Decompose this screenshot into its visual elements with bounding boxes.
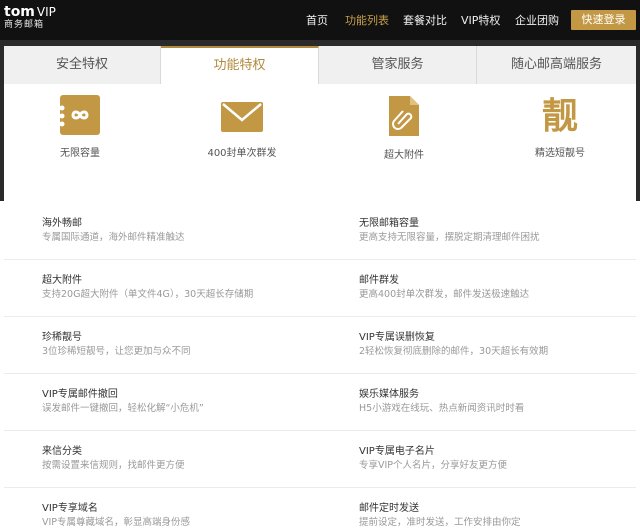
item-title: 娱乐媒体服务 — [359, 389, 419, 400]
brand-logo[interactable]: tom VIP 商务邮箱 — [4, 5, 56, 31]
item-desc: 专属国际通道，海外邮件精准触达 — [42, 232, 185, 243]
tab-premium[interactable]: 随心邮高端服务 — [477, 46, 636, 84]
item-desc: 更高400封单次群发，邮件发送极速触达 — [359, 289, 530, 300]
list-item: VIP专享域名 VIP专属尊藏域名，彰显高端身份感 — [42, 502, 342, 530]
feature-panel: 无限容量 400封单次群发 超大附件 靓 精选短靓号 — [4, 84, 636, 201]
feature-label: 超大附件 — [384, 150, 424, 161]
list-item: 来信分类 按需设置来信规则，找邮件更方便 — [42, 445, 342, 473]
item-title: 来信分类 — [42, 446, 82, 457]
item-desc: 3位珍稀短靓号，让您更加与众不同 — [42, 346, 191, 357]
item-desc: 支持20G超大附件（单文件4G），30天超长存储期 — [42, 289, 254, 300]
liang-character-icon: 靓 — [542, 96, 578, 136]
list-row: 来信分类 按需设置来信规则，找邮件更方便 VIP专属电子名片 专享VIP个人名片… — [4, 431, 636, 488]
nav-item-group-buy[interactable]: 企业团购 — [515, 12, 559, 28]
item-desc: 提前设定，准时发送，工作安排由你定 — [359, 517, 521, 528]
item-title: VIP专属误删恢复 — [359, 332, 435, 343]
list-row: VIP专属邮件撤回 误发邮件一键撤回，轻松化解“小危机” 娱乐媒体服务 H5小游… — [4, 374, 636, 431]
list-item: VIP专属邮件撤回 误发邮件一键撤回，轻松化解“小危机” — [42, 388, 342, 416]
list-row: VIP专享域名 VIP专属尊藏域名，彰显高端身份感 邮件定时发送 提前设定，准时… — [4, 488, 636, 531]
list-item: 海外畅邮 专属国际通道，海外邮件精准触达 — [42, 217, 342, 245]
item-title: 珍稀靓号 — [42, 332, 82, 343]
item-desc: 误发邮件一键撤回，轻松化解“小危机” — [42, 403, 204, 414]
logo-wordmark: tom VIP — [4, 4, 56, 20]
item-title: VIP专属电子名片 — [359, 446, 435, 457]
nav-item-vip[interactable]: VIP特权 — [461, 12, 500, 28]
item-title: 邮件群发 — [359, 275, 399, 286]
feature-mass-send: 400封单次群发 — [182, 94, 302, 159]
envelope-icon — [221, 102, 263, 132]
item-title: VIP专享域名 — [42, 503, 98, 514]
tab-security[interactable]: 安全特权 — [4, 46, 161, 84]
nav-item-features[interactable]: 功能列表 — [345, 12, 389, 28]
feature-unlimited: 无限容量 — [20, 94, 140, 159]
item-desc: 专享VIP个人名片，分享好友更方便 — [359, 460, 508, 471]
logo-subtitle: 商务邮箱 — [4, 20, 45, 30]
tab-butler[interactable]: 管家服务 — [319, 46, 477, 84]
list-item: 无限邮箱容量 更高支持无限容量，摆脱定期清理邮件困扰 — [359, 217, 640, 245]
item-title: 超大附件 — [42, 275, 82, 286]
item-title: VIP专属邮件撤回 — [42, 389, 118, 400]
svg-text:靓: 靓 — [542, 96, 578, 136]
list-row: 超大附件 支持20G超大附件（单文件4G），30天超长存储期 邮件群发 更高40… — [4, 260, 636, 317]
feature-list: 海外畅邮 专属国际通道，海外邮件精准触达 无限邮箱容量 更高支持无限容量，摆脱定… — [4, 203, 636, 531]
nav-item-home[interactable]: 首页 — [306, 12, 328, 28]
feature-label: 400封单次群发 — [207, 148, 277, 159]
list-item: VIP专属误删恢复 2轻松恢复彻底删除的邮件，30天超长有效期 — [359, 331, 640, 359]
item-desc: 更高支持无限容量，摆脱定期清理邮件困扰 — [359, 232, 540, 243]
list-row: 珍稀靓号 3位珍稀短靓号，让您更加与众不同 VIP专属误删恢复 2轻松恢复彻底删… — [4, 317, 636, 374]
list-item: 珍稀靓号 3位珍稀短靓号，让您更加与众不同 — [42, 331, 342, 359]
feature-label: 无限容量 — [60, 148, 100, 159]
feature-short-number: 靓 精选短靓号 — [500, 94, 620, 159]
item-desc: VIP专属尊藏域名，彰显高端身份感 — [42, 517, 191, 528]
feature-stage: 安全特权 功能特权 管家服务 随心邮高端服务 无限容量 400封单次群发 超大附… — [0, 40, 640, 201]
quick-login-button[interactable]: 快速登录 — [571, 10, 636, 30]
list-item: 邮件群发 更高400封单次群发，邮件发送极速触达 — [359, 274, 640, 302]
list-item: 邮件定时发送 提前设定，准时发送，工作安排由你定 — [359, 502, 640, 530]
paperclip-icon — [389, 96, 419, 136]
item-title: 无限邮箱容量 — [359, 218, 419, 229]
list-item: 超大附件 支持20G超大附件（单文件4G），30天超长存储期 — [42, 274, 342, 302]
list-item: VIP专属电子名片 专享VIP个人名片，分享好友更方便 — [359, 445, 640, 473]
tab-bar: 安全特权 功能特权 管家服务 随心邮高端服务 — [4, 46, 636, 84]
feature-label: 精选短靓号 — [535, 148, 585, 159]
item-desc: H5小游戏在线玩、热点新闻资讯时时看 — [359, 403, 525, 414]
feature-large-attachment: 超大附件 — [344, 94, 464, 161]
item-desc: 2轻松恢复彻底删除的邮件，30天超长有效期 — [359, 346, 549, 357]
item-desc: 按需设置来信规则，找邮件更方便 — [42, 460, 185, 471]
tab-features[interactable]: 功能特权 — [161, 46, 319, 84]
nav-item-compare[interactable]: 套餐对比 — [403, 12, 447, 28]
item-title: 邮件定时发送 — [359, 503, 419, 514]
infinity-icon — [59, 95, 100, 135]
list-item: 娱乐媒体服务 H5小游戏在线玩、热点新闻资讯时时看 — [359, 388, 640, 416]
item-title: 海外畅邮 — [42, 218, 82, 229]
list-row: 海外畅邮 专属国际通道，海外邮件精准触达 无限邮箱容量 更高支持无限容量，摆脱定… — [4, 203, 636, 260]
top-nav: tom VIP 商务邮箱 首页 功能列表 套餐对比 VIP特权 企业团购 快速登录 — [0, 0, 640, 40]
